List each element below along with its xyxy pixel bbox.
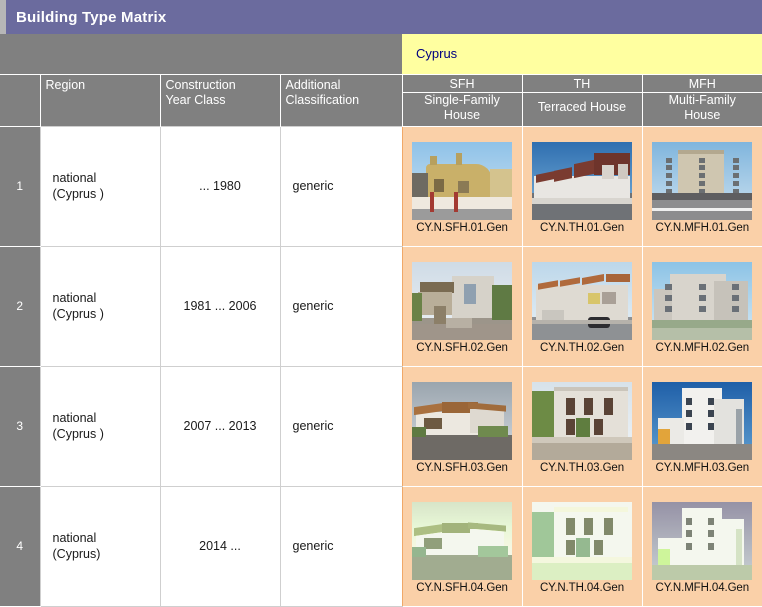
mfh-name-line1: Multi-Family <box>643 93 762 108</box>
building-code-label: CY.N.MFH.01.Gen <box>643 222 762 235</box>
country-label: Cyprus <box>402 34 762 74</box>
column-header-region: Region <box>40 74 160 126</box>
column-header-abbr-mfh: MFH <box>642 74 762 92</box>
construction-year-class-line1: Construction <box>166 78 280 93</box>
table-row: 3 national (Cyprus ) 2007 ... 2013 gener… <box>0 366 762 486</box>
building-code-label: CY.N.TH.02.Gen <box>523 342 642 355</box>
region-line2: (Cyprus ) <box>53 306 148 322</box>
building-code-label: CY.N.MFH.03.Gen <box>643 462 762 475</box>
construction-year-class-line2: Year Class <box>166 93 280 108</box>
country-row-spacer-region <box>40 34 160 74</box>
row-year-class: 1981 ... 2006 <box>160 246 280 366</box>
building-thumbnail-mfh-01[interactable] <box>652 142 752 220</box>
building-cell-sfh[interactable]: CY.N.SFH.01.Gen <box>402 126 522 246</box>
mfh-name-line2: House <box>643 108 762 123</box>
building-cell-th[interactable]: CY.N.TH.01.Gen <box>522 126 642 246</box>
building-cell-mfh[interactable]: CY.N.MFH.04.Gen <box>642 486 762 606</box>
row-number: 3 <box>0 366 40 486</box>
table-row: 1 national (Cyprus ) ... 1980 generic <box>0 126 762 246</box>
building-cell-mfh[interactable]: CY.N.MFH.02.Gen <box>642 246 762 366</box>
region-line2: (Cyprus) <box>53 546 148 562</box>
building-thumbnail-th-01[interactable] <box>532 142 632 220</box>
building-thumbnail-th-02[interactable] <box>532 262 632 340</box>
th-name-line1: Terraced House <box>523 100 642 115</box>
building-code-label: CY.N.SFH.03.Gen <box>403 462 522 475</box>
row-region: national (Cyprus ) <box>40 246 160 366</box>
building-thumbnail-sfh-03[interactable] <box>412 382 512 460</box>
region-line2: (Cyprus ) <box>53 426 148 442</box>
row-additional-classification: generic <box>280 246 402 366</box>
row-region: national (Cyprus) <box>40 486 160 606</box>
building-cell-mfh[interactable]: CY.N.MFH.03.Gen <box>642 366 762 486</box>
column-header-name-th: Terraced House <box>522 92 642 126</box>
row-number: 1 <box>0 126 40 246</box>
building-code-label: CY.N.TH.03.Gen <box>523 462 642 475</box>
building-thumbnail-sfh-04[interactable] <box>412 502 512 580</box>
row-year-class: 2014 ... <box>160 486 280 606</box>
sfh-name-line2: House <box>403 108 522 123</box>
page-title: Building Type Matrix <box>6 9 166 26</box>
building-cell-th[interactable]: CY.N.TH.03.Gen <box>522 366 642 486</box>
additional-classification-line2: Classification <box>286 93 402 108</box>
building-cell-sfh[interactable]: CY.N.SFH.03.Gen <box>402 366 522 486</box>
table-row: 2 national (Cyprus ) 1981 ... 2006 gener… <box>0 246 762 366</box>
building-cell-sfh[interactable]: CY.N.SFH.04.Gen <box>402 486 522 606</box>
building-thumbnail-mfh-03[interactable] <box>652 382 752 460</box>
country-header-row: Cyprus <box>0 34 762 74</box>
column-header-construction-year-class: Construction Year Class <box>160 74 280 126</box>
column-header-name-mfh: Multi-Family House <box>642 92 762 126</box>
row-number: 4 <box>0 486 40 606</box>
region-line1: national <box>53 170 148 186</box>
building-cell-mfh[interactable]: CY.N.MFH.01.Gen <box>642 126 762 246</box>
building-code-label: CY.N.MFH.02.Gen <box>643 342 762 355</box>
building-code-label: CY.N.SFH.02.Gen <box>403 342 522 355</box>
country-row-spacer-year <box>160 34 280 74</box>
building-type-matrix-table: Cyprus Region Construction Year Class Ad… <box>0 34 762 607</box>
row-additional-classification: generic <box>280 486 402 606</box>
table-row: 4 national (Cyprus) 2014 ... generic <box>0 486 762 606</box>
building-cell-th[interactable]: CY.N.TH.04.Gen <box>522 486 642 606</box>
building-thumbnail-mfh-02[interactable] <box>652 262 752 340</box>
building-type-matrix-page: Building Type Matrix Cyprus Region Const… <box>0 0 762 607</box>
building-thumbnail-th-04[interactable] <box>532 502 632 580</box>
region-line2: (Cyprus ) <box>53 186 148 202</box>
row-additional-classification: generic <box>280 366 402 486</box>
region-line1: national <box>53 290 148 306</box>
region-line1: national <box>53 530 148 546</box>
building-code-label: CY.N.SFH.04.Gen <box>403 582 522 595</box>
column-header-abbr-th: TH <box>522 74 642 92</box>
column-header-abbr-row: Region Construction Year Class Additiona… <box>0 74 762 92</box>
row-year-class: ... 1980 <box>160 126 280 246</box>
building-thumbnail-mfh-04[interactable] <box>652 502 752 580</box>
building-code-label: CY.N.MFH.04.Gen <box>643 582 762 595</box>
column-header-abbr-sfh: SFH <box>402 74 522 92</box>
building-thumbnail-sfh-01[interactable] <box>412 142 512 220</box>
building-thumbnail-sfh-02[interactable] <box>412 262 512 340</box>
building-code-label: CY.N.TH.01.Gen <box>523 222 642 235</box>
header-corner-cell <box>0 74 40 126</box>
row-region: national (Cyprus ) <box>40 366 160 486</box>
building-cell-th[interactable]: CY.N.TH.02.Gen <box>522 246 642 366</box>
country-row-spacer-additional <box>280 34 402 74</box>
sfh-name-line1: Single-Family <box>403 93 522 108</box>
building-thumbnail-th-03[interactable] <box>532 382 632 460</box>
building-code-label: CY.N.SFH.01.Gen <box>403 222 522 235</box>
building-cell-sfh[interactable]: CY.N.SFH.02.Gen <box>402 246 522 366</box>
region-line1: national <box>53 410 148 426</box>
row-number: 2 <box>0 246 40 366</box>
row-additional-classification: generic <box>280 126 402 246</box>
row-year-class: 2007 ... 2013 <box>160 366 280 486</box>
column-header-additional-classification: Additional Classification <box>280 74 402 126</box>
column-header-name-sfh: Single-Family House <box>402 92 522 126</box>
country-row-spacer-num <box>0 34 40 74</box>
building-code-label: CY.N.TH.04.Gen <box>523 582 642 595</box>
window-title-bar: Building Type Matrix <box>0 0 762 34</box>
additional-classification-line1: Additional <box>286 78 402 93</box>
row-region: national (Cyprus ) <box>40 126 160 246</box>
